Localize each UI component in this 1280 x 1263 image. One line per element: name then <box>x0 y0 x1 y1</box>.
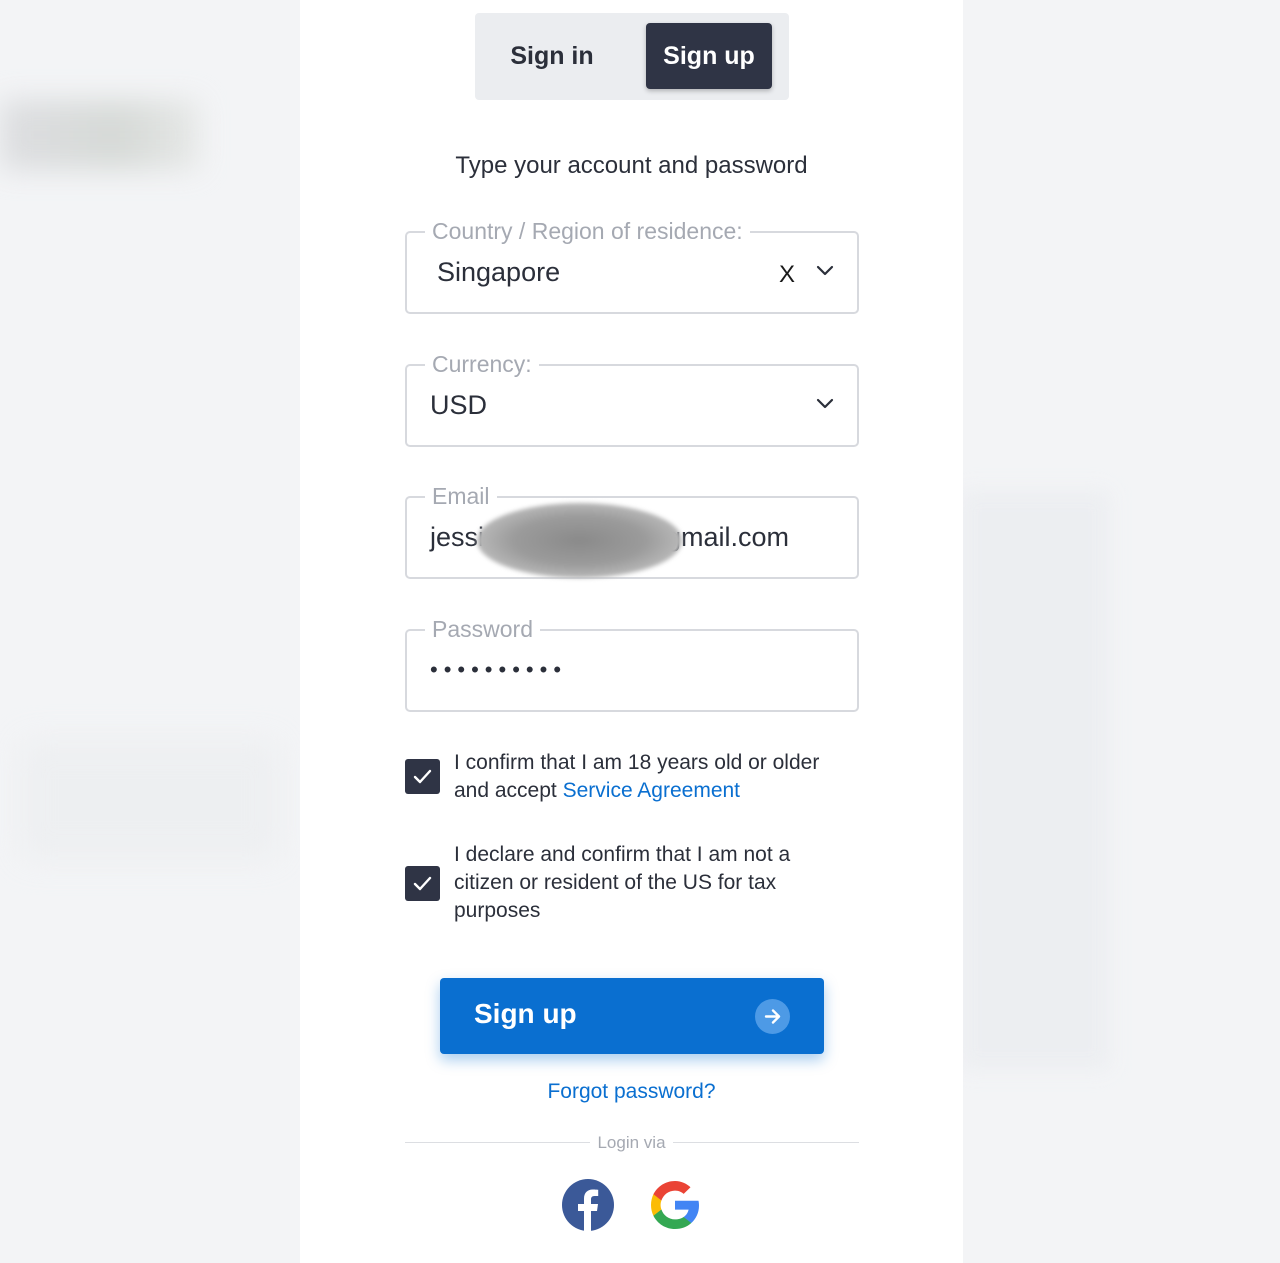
currency-value: USD <box>430 390 488 420</box>
checkmark-icon <box>413 876 432 891</box>
country-label: Country / Region of residence: <box>425 216 750 246</box>
forgot-password-link[interactable]: Forgot password? <box>300 1080 963 1104</box>
background-blur <box>0 100 200 170</box>
background-blur <box>20 740 280 860</box>
us-declaration-text: I declare and confirm that I am not a ci… <box>454 843 791 922</box>
country-value: Singapore <box>437 257 561 287</box>
email-value-prefix: jessi <box>430 522 485 552</box>
background-blur <box>960 490 1110 1070</box>
email-label: Email <box>425 481 497 511</box>
facebook-icon <box>562 1179 614 1231</box>
password-field[interactable]: Password •••••••••• <box>405 614 859 712</box>
currency-select[interactable]: Currency: USD <box>405 349 859 447</box>
tab-sign-in[interactable]: Sign in <box>487 23 617 89</box>
email-value-suffix: gmail.com <box>666 522 790 552</box>
age-confirm-checkbox[interactable] <box>405 759 440 794</box>
service-agreement-link[interactable]: Service Agreement <box>563 779 740 802</box>
facebook-login-button[interactable] <box>561 1178 615 1232</box>
age-confirm-text: I confirm that I am 18 years old or olde… <box>454 749 854 805</box>
sign-up-button-label: Sign up <box>474 998 577 1029</box>
currency-label: Currency: <box>425 349 539 379</box>
password-masked-value: •••••••••• <box>430 657 568 682</box>
checkmark-icon <box>413 769 432 784</box>
redaction-blur <box>477 503 682 578</box>
auth-tabs: Sign in Sign up <box>475 13 789 100</box>
clear-country-button[interactable]: X <box>779 261 795 289</box>
divider <box>673 1142 859 1143</box>
chevron-down-icon[interactable] <box>815 261 835 281</box>
tab-sign-up[interactable]: Sign up <box>646 23 772 89</box>
form-subtitle: Type your account and password <box>455 152 808 179</box>
email-field[interactable]: Email jessi gmail.com <box>405 481 859 579</box>
chevron-down-icon[interactable] <box>815 394 835 414</box>
forgot-password-label[interactable]: Forgot password? <box>547 1080 715 1103</box>
password-label: Password <box>425 614 540 644</box>
us-declaration-checkbox[interactable] <box>405 866 440 901</box>
country-select[interactable]: Country / Region of residence: Singapore… <box>405 216 859 314</box>
login-via-label: Login via <box>597 1133 666 1152</box>
google-icon <box>651 1181 699 1229</box>
arrow-right-icon <box>755 999 790 1034</box>
sign-up-button[interactable]: Sign up <box>440 978 824 1054</box>
google-login-button[interactable] <box>648 1178 702 1232</box>
auth-panel: Sign in Sign up Type your account and pa… <box>300 0 963 1263</box>
